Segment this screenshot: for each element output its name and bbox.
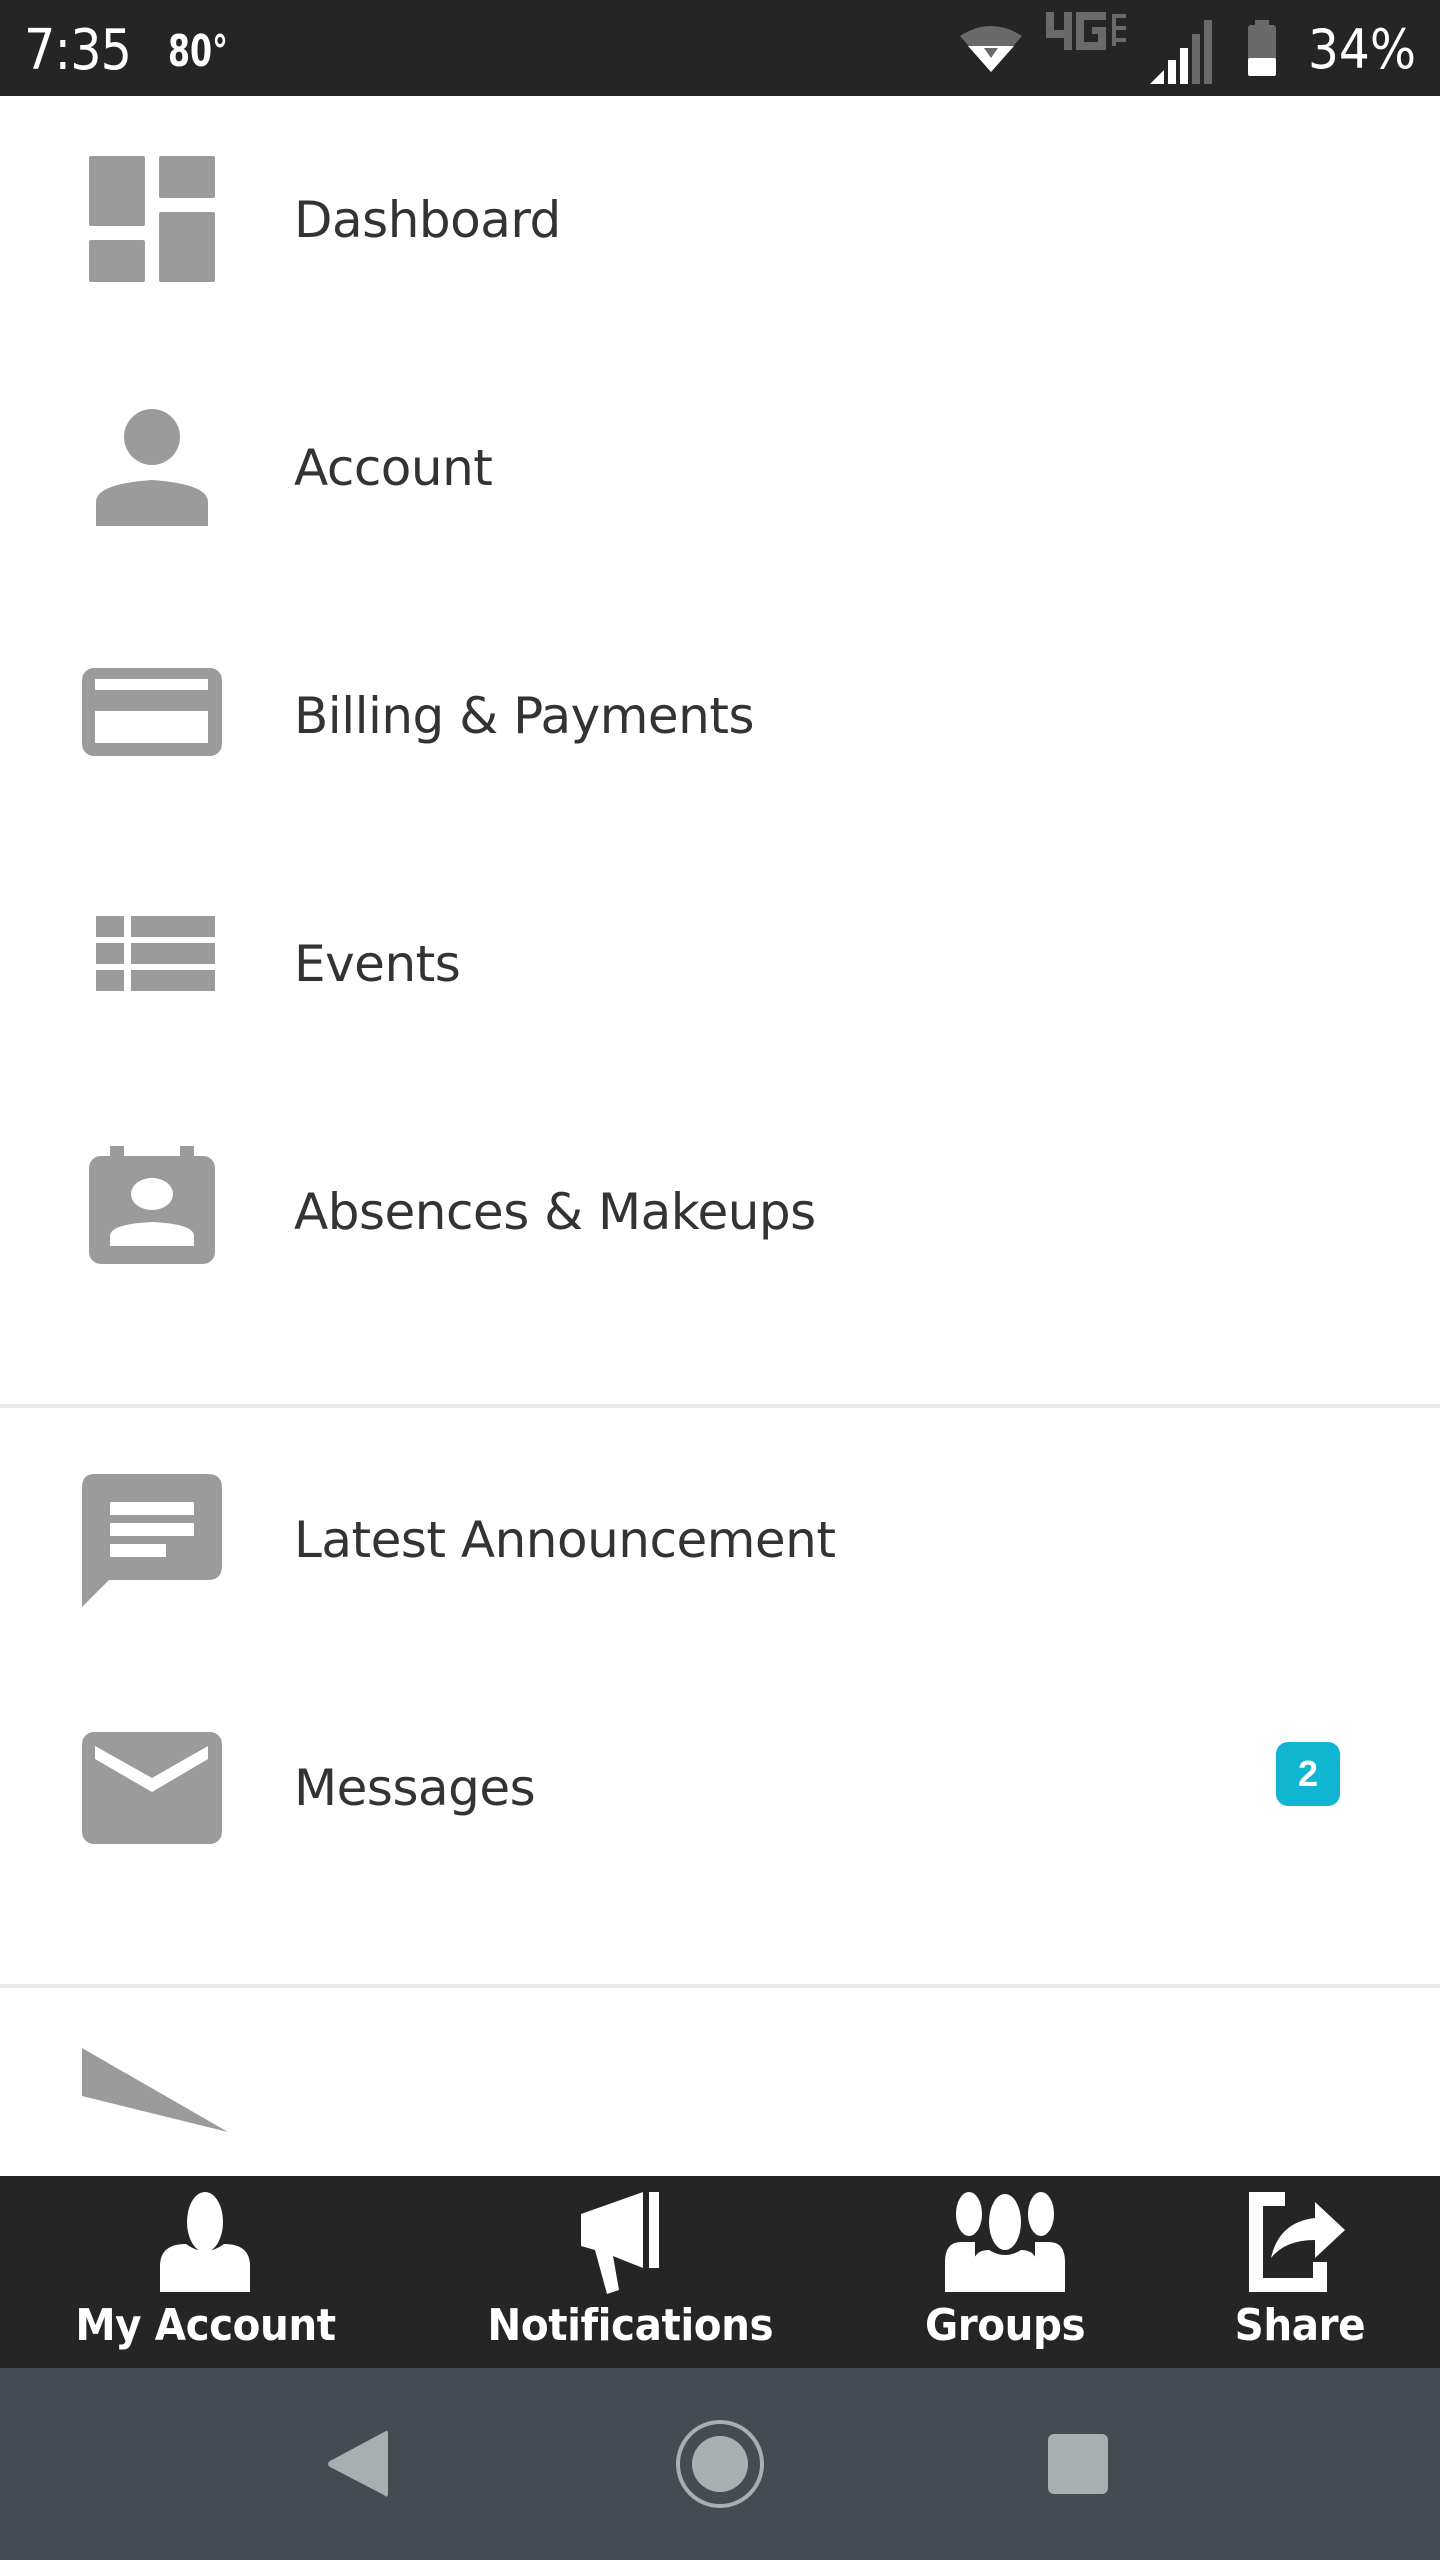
tab-label: Share [1234,2300,1366,2351]
home-icon [676,2420,764,2508]
wifi-icon [960,26,1022,72]
menu-item-account[interactable]: Account [0,344,1440,592]
menu-label: Events [294,935,461,993]
list-icon [96,916,215,991]
group-icon [945,2192,1065,2292]
menu-item-events[interactable]: Events [0,840,1440,1088]
tab-label: Notifications [487,2300,773,2351]
tab-groups[interactable]: Groups [890,2176,1120,2368]
megaphone-icon [581,2192,659,2294]
system-navigation-bar [0,2368,1440,2560]
menu-item-contact-us[interactable]: Contact Us [0,1992,1440,2176]
menu-label: Account [294,439,493,497]
credit-card-icon [82,668,222,756]
tab-notifications[interactable]: Notifications [470,2176,790,2368]
share-icon [1249,2192,1345,2292]
battery-icon [1248,20,1276,76]
recents-icon [1048,2434,1108,2494]
menu-divider [0,1404,1440,1408]
mail-icon [82,1732,222,1844]
menu-item-messages[interactable]: Messages 2 [0,1664,1440,1912]
menu-item-dashboard[interactable]: Dashboard [0,96,1440,344]
back-button[interactable] [278,2368,438,2560]
menu-label: Latest Announcement [294,1511,836,1569]
signal-strength-icon [1150,20,1212,84]
status-time: 7:35 [24,18,132,83]
network-4g-lte-icon [1046,12,1126,50]
user-icon [160,2192,250,2292]
status-bar: 7:35 80° 34% [0,0,1440,96]
menu-divider [0,1984,1440,1988]
bottom-tab-bar: My Account Notifications Groups Share [0,2176,1440,2368]
tab-label: Groups [924,2300,1086,2351]
menu-label: Absences & Makeups [294,1183,816,1241]
tab-my-account[interactable]: My Account [60,2176,350,2368]
unread-count-badge: 2 [1276,1742,1340,1806]
chat-bubble-icon [82,1474,222,1607]
menu-item-absences[interactable]: Absences & Makeups [0,1088,1440,1336]
menu-label: Messages [294,1759,536,1817]
recents-button[interactable] [998,2368,1158,2560]
person-icon [96,409,208,526]
navigation-menu: Dashboard Account Billing & Payments Eve… [0,96,1440,2176]
menu-item-billing[interactable]: Billing & Payments [0,592,1440,840]
tab-label: My Account [74,2300,336,2351]
send-icon [82,2048,228,2132]
contact-calendar-icon [89,1146,215,1264]
home-button[interactable] [640,2368,800,2560]
dashboard-icon [89,156,215,282]
status-temperature: 80° [168,26,228,77]
tab-share[interactable]: Share [1200,2176,1400,2368]
menu-label: Dashboard [294,191,561,249]
back-icon [328,2430,388,2497]
menu-label: Billing & Payments [294,687,755,745]
menu-item-latest-announcement[interactable]: Latest Announcement [0,1416,1440,1664]
battery-percent: 34% [1307,18,1416,81]
